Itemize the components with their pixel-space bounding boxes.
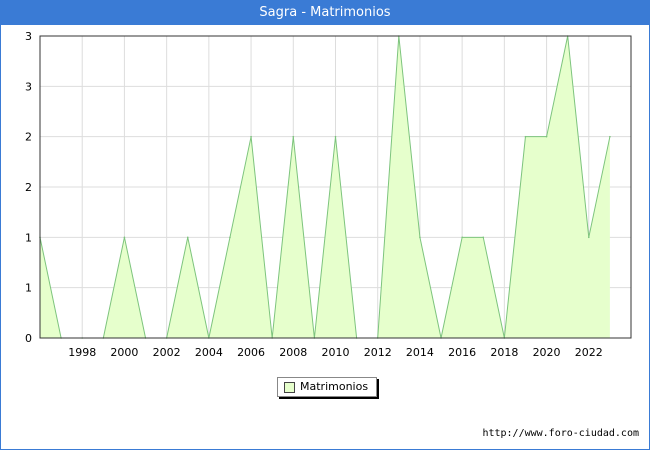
y-tick-label: 0 — [25, 332, 32, 345]
legend: Matrimonios — [277, 377, 377, 397]
data-point — [545, 135, 548, 138]
y-tick-label: 1 — [25, 231, 32, 244]
chart-frame: Sagra - Matrimonios 1998 2000 2002 2004 2006… — [0, 0, 650, 450]
x-tick-label: 2008 — [279, 346, 307, 359]
data-point — [609, 135, 611, 138]
y-tick-label: 2 — [25, 131, 32, 144]
data-point — [229, 236, 231, 239]
data-point — [419, 236, 421, 239]
x-tick-label: 1998 — [68, 346, 96, 359]
x-tick-label: 2022 — [575, 346, 603, 359]
data-point — [587, 236, 590, 239]
y-tick-label: 3 — [25, 30, 32, 43]
data-point — [186, 236, 189, 239]
data-point — [334, 135, 337, 138]
x-tick-label: 2000 — [110, 346, 138, 359]
data-point — [123, 236, 126, 239]
data-point — [482, 236, 485, 239]
data-point — [461, 236, 463, 239]
data-point — [524, 135, 527, 138]
legend-swatch — [284, 382, 295, 393]
data-point — [292, 135, 295, 138]
x-tick-label: 2012 — [364, 346, 392, 359]
data-point — [250, 135, 252, 138]
legend-label: Matrimonios — [300, 380, 369, 393]
y-tick-label: 2 — [25, 181, 32, 194]
source-url: http://www.foro-ciudad.com — [482, 428, 639, 439]
x-tick-label: 2006 — [237, 346, 265, 359]
x-tick-label: 2002 — [153, 346, 181, 359]
x-tick-label: 2020 — [533, 346, 561, 359]
x-tick-label: 2010 — [322, 346, 350, 359]
y-tick-label: 1 — [25, 282, 32, 295]
x-tick-label: 2018 — [490, 346, 518, 359]
x-tick-label: 2016 — [448, 346, 476, 359]
x-tick-label: 2014 — [406, 346, 434, 359]
x-tick-label: 2004 — [195, 346, 223, 359]
y-tick-label: 3 — [25, 80, 32, 93]
